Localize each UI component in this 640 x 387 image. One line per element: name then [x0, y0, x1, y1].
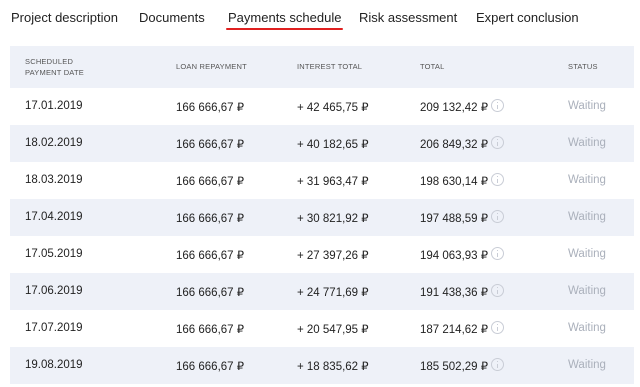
table-row: 18.02.2019 166 666,67 ₽ + 40 182,65 ₽ 206 8…	[10, 125, 634, 162]
cell-loan-repayment: 166 666,67 ₽	[176, 324, 245, 336]
info-icon[interactable]	[491, 358, 504, 371]
table-row: 17.01.2019 166 666,67 ₽ + 42 465,75 ₽ 209 1…	[10, 88, 634, 125]
header-date-line2: PAYMENT DATE	[25, 68, 84, 77]
info-icon[interactable]	[491, 321, 504, 334]
cell-payment-date: 17.04.2019	[25, 211, 83, 223]
cell-status: Waiting	[568, 285, 606, 297]
cell-status: Waiting	[568, 359, 606, 371]
cell-payment-date: 17.06.2019	[25, 285, 83, 297]
info-icon[interactable]	[491, 136, 504, 149]
cell-total: 209 132,42 ₽	[420, 102, 489, 114]
header-date-line1: SCHEDULED	[25, 57, 74, 66]
cell-total: 197 488,59 ₽	[420, 213, 489, 225]
info-icon[interactable]	[491, 99, 504, 112]
cell-payment-date: 17.07.2019	[25, 322, 83, 334]
info-icon[interactable]	[491, 210, 504, 223]
table-row: 17.07.2019 166 666,67 ₽ + 20 547,95 ₽ 187 2…	[10, 310, 634, 347]
cell-loan-repayment: 166 666,67 ₽	[176, 102, 245, 114]
header-scheduled-payment-date: SCHEDULED PAYMENT DATE	[25, 56, 84, 78]
tab-project-description[interactable]: Project description	[11, 10, 118, 25]
header-status: STATUS	[568, 62, 598, 71]
cell-loan-repayment: 166 666,67 ₽	[176, 139, 245, 151]
table-row: 18.03.2019 166 666,67 ₽ + 31 963,47 ₽ 198 6…	[10, 162, 634, 199]
header-loan-repayment: LOAN REPAYMENT	[176, 62, 247, 71]
cell-payment-date: 17.01.2019	[25, 100, 83, 112]
tab-payments-schedule[interactable]: Payments schedule	[225, 10, 344, 30]
cell-status: Waiting	[568, 100, 606, 112]
cell-payment-date: 19.08.2019	[25, 359, 83, 371]
cell-payment-date: 18.03.2019	[25, 174, 83, 186]
cell-interest-total: + 30 821,92 ₽	[297, 213, 369, 225]
cell-total: 194 063,93 ₽	[420, 250, 489, 262]
header-total: TOTAL	[420, 62, 445, 71]
cell-total: 187 214,62 ₽	[420, 324, 489, 336]
cell-loan-repayment: 166 666,67 ₽	[176, 213, 245, 225]
table-row: 17.06.2019 166 666,67 ₽ + 24 771,69 ₽ 191 4…	[10, 273, 634, 310]
cell-loan-repayment: 166 666,67 ₽	[176, 361, 245, 373]
cell-status: Waiting	[568, 137, 606, 149]
tab-expert-conclusion[interactable]: Expert conclusion	[476, 10, 579, 25]
info-icon[interactable]	[491, 247, 504, 260]
cell-payment-date: 17.05.2019	[25, 248, 83, 260]
tab-bar: Project description Documents Payments s…	[0, 0, 640, 40]
tab-documents[interactable]: Documents	[139, 10, 205, 25]
table-header: SCHEDULED PAYMENT DATE LOAN REPAYMENT IN…	[10, 46, 634, 88]
cell-loan-repayment: 166 666,67 ₽	[176, 287, 245, 299]
cell-status: Waiting	[568, 322, 606, 334]
header-interest-total: INTEREST TOTAL	[297, 62, 363, 71]
cell-status: Waiting	[568, 248, 606, 260]
cell-interest-total: + 42 465,75 ₽	[297, 102, 369, 114]
info-icon[interactable]	[491, 173, 504, 186]
cell-total: 185 502,29 ₽	[420, 361, 489, 373]
cell-interest-total: + 24 771,69 ₽	[297, 287, 369, 299]
cell-loan-repayment: 166 666,67 ₽	[176, 250, 245, 262]
payments-table: SCHEDULED PAYMENT DATE LOAN REPAYMENT IN…	[10, 46, 634, 384]
cell-interest-total: + 18 835,62 ₽	[297, 361, 369, 373]
table-row: 17.04.2019 166 666,67 ₽ + 30 821,92 ₽ 197 4…	[10, 199, 634, 236]
cell-interest-total: + 27 397,26 ₽	[297, 250, 369, 262]
table-row: 19.08.2019 166 666,67 ₽ + 18 835,62 ₽ 185 5…	[10, 347, 634, 384]
cell-total: 191 438,36 ₽	[420, 287, 489, 299]
cell-interest-total: + 31 963,47 ₽	[297, 176, 369, 188]
cell-total: 206 849,32 ₽	[420, 139, 489, 151]
table-body: 17.01.2019 166 666,67 ₽ + 42 465,75 ₽ 209 1…	[10, 88, 634, 384]
cell-interest-total: + 20 547,95 ₽	[297, 324, 369, 336]
table-row: 17.05.2019 166 666,67 ₽ + 27 397,26 ₽ 194 0…	[10, 236, 634, 273]
cell-payment-date: 18.02.2019	[25, 137, 83, 149]
cell-interest-total: + 40 182,65 ₽	[297, 139, 369, 151]
cell-status: Waiting	[568, 211, 606, 223]
cell-status: Waiting	[568, 174, 606, 186]
cell-loan-repayment: 166 666,67 ₽	[176, 176, 245, 188]
tab-risk-assessment[interactable]: Risk assessment	[359, 10, 457, 25]
info-icon[interactable]	[491, 284, 504, 297]
cell-total: 198 630,14 ₽	[420, 176, 489, 188]
